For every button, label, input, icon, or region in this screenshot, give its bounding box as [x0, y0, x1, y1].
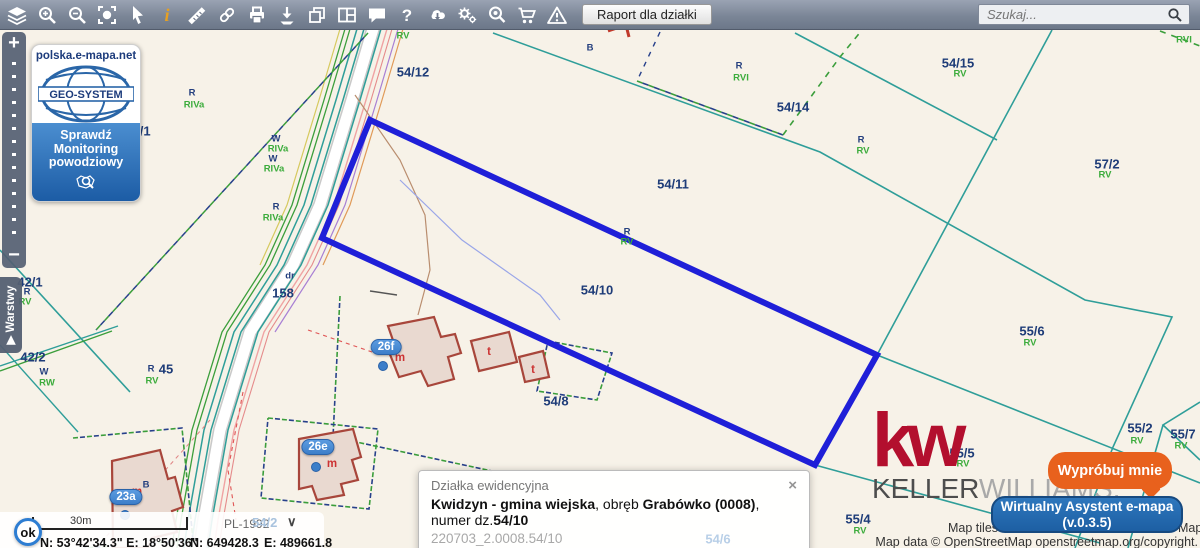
assistant-label: Wirtualny Asystent e-mapa — [993, 499, 1181, 515]
map-canvas[interactable] — [0, 0, 1200, 548]
e-mapa-app: 54/1254/1454/1554/1157/254/1055/654/842/… — [0, 0, 1200, 548]
svg-text:i: i — [164, 5, 169, 25]
add-point-icon[interactable] — [276, 4, 298, 26]
toolbar: i? Raport dla działki — [0, 0, 1200, 30]
parcel-description-part: , obręb — [595, 496, 642, 512]
cloud-download-icon[interactable] — [426, 4, 448, 26]
ok-button[interactable]: ok — [14, 518, 42, 546]
building — [519, 351, 549, 382]
zoom-control: + − — [2, 32, 26, 268]
cart-icon[interactable] — [516, 4, 538, 26]
flood-line: powodziowy — [32, 156, 140, 170]
geo-coordinates: N: 53°42'34.3" E: 18°50'36" — [40, 536, 198, 548]
popup-title: Działka ewidencyjna — [431, 478, 549, 493]
measure-icon[interactable] — [186, 4, 208, 26]
attribution-fragment: Map tiles — [948, 521, 998, 535]
search-area-icon[interactable] — [486, 4, 508, 26]
parcel-description-part: Grabówko (0008) — [643, 496, 756, 512]
parcel-id: 220703_2.0008.54/10 — [431, 531, 797, 546]
flood-line: Sprawdź — [32, 129, 140, 143]
chevron-down-icon[interactable]: ∨ — [287, 514, 297, 530]
warning-icon[interactable] — [546, 4, 568, 26]
layers-tab-label: ▶ Warstwy — [0, 277, 22, 353]
scale-label: 30m — [70, 515, 91, 527]
search-box[interactable] — [978, 4, 1190, 25]
building — [471, 332, 517, 371]
search-icon[interactable] — [1167, 7, 1183, 23]
landuse-dashed — [783, 30, 862, 135]
chat-icon[interactable] — [366, 4, 388, 26]
assistant-try-me-bubble[interactable]: Wypróbuj mnie — [1048, 452, 1172, 489]
parcel-description-part: 54/10 — [493, 512, 528, 528]
flood-monitoring-banner[interactable]: Sprawdź Monitoring powodziowy — [32, 123, 140, 201]
status-bar: 30m PL-1992 54/2 ∨ N: 53°42'34.3" E: 18°… — [0, 512, 324, 548]
search-input[interactable] — [985, 6, 1167, 23]
survey-tick — [370, 291, 397, 295]
assistant-version: (v.0.3.5) — [993, 515, 1181, 531]
landuse-dashed — [1160, 31, 1200, 46]
parcel-report-button[interactable]: Raport dla działki — [582, 4, 712, 25]
info-icon[interactable]: i — [156, 4, 178, 26]
utility-dashed — [308, 330, 372, 352]
flood-line: Monitoring — [32, 143, 140, 157]
parcel-boundary — [0, 345, 78, 432]
toolbar-icons: i? — [6, 4, 568, 26]
print-icon[interactable] — [246, 4, 268, 26]
zoom-slider[interactable] — [12, 62, 16, 238]
parcel-description: Kwidzyn - gmina wiejska, obręb Grabówko … — [431, 496, 797, 528]
address-marker[interactable]: 26e — [301, 439, 334, 455]
zoom-in-button[interactable]: + — [2, 32, 26, 56]
parcel-boundary — [1163, 402, 1200, 460]
flood-magnifier-icon — [75, 173, 97, 191]
address-marker[interactable]: 23a — [109, 489, 142, 505]
parcel-label-54-2: 54/2 — [252, 515, 277, 530]
layers-icon[interactable] — [6, 4, 28, 26]
scale-bar — [32, 517, 188, 530]
site-name: polska.e-mapa.net — [32, 50, 140, 62]
panels-icon[interactable] — [336, 4, 358, 26]
parcel-info-popup: Działka ewidencyjna × Kwidzyn - gmina wi… — [418, 470, 810, 548]
parcel-boundary — [877, 30, 1052, 355]
pointer-icon[interactable] — [126, 4, 148, 26]
zoom-out-button[interactable]: − — [2, 244, 26, 268]
landuse-dashed — [637, 32, 660, 81]
zoom-out-icon[interactable] — [66, 4, 88, 26]
zoom-in-icon[interactable] — [36, 4, 58, 26]
copy-view-icon[interactable] — [306, 4, 328, 26]
virtual-assistant-button[interactable]: Wirtualny Asystent e-mapa (v.0.3.5) — [991, 496, 1183, 533]
help-icon[interactable]: ? — [396, 4, 418, 26]
grid-coordinate-e: E: 489661.8 — [264, 536, 332, 548]
address-marker[interactable]: 26f — [371, 339, 402, 355]
svg-text:GEO-SYSTEM: GEO-SYSTEM — [49, 89, 122, 101]
geosystem-globe-logo: GEO-SYSTEM — [38, 64, 134, 124]
geosystem-card[interactable]: polska.e-mapa.net GEO-SYSTEM Sprawdź Mon… — [31, 44, 141, 202]
close-icon[interactable]: × — [788, 479, 797, 492]
full-extent-icon[interactable] — [96, 4, 118, 26]
grid-coordinate-n: N: 649428.3 — [190, 536, 259, 548]
utility-line — [400, 180, 560, 320]
svg-text:?: ? — [402, 6, 412, 25]
link-icon[interactable] — [216, 4, 238, 26]
attribution-line[interactable]: Map data © OpenStreetMap openstreetmap.o… — [875, 535, 1198, 548]
parcel-description-part: Kwidzyn - gmina wiejska — [431, 496, 595, 512]
parcel-boundary — [795, 33, 997, 140]
settings-icon[interactable] — [456, 4, 478, 26]
layers-panel-tab[interactable]: ▶ Warstwy — [0, 277, 22, 353]
